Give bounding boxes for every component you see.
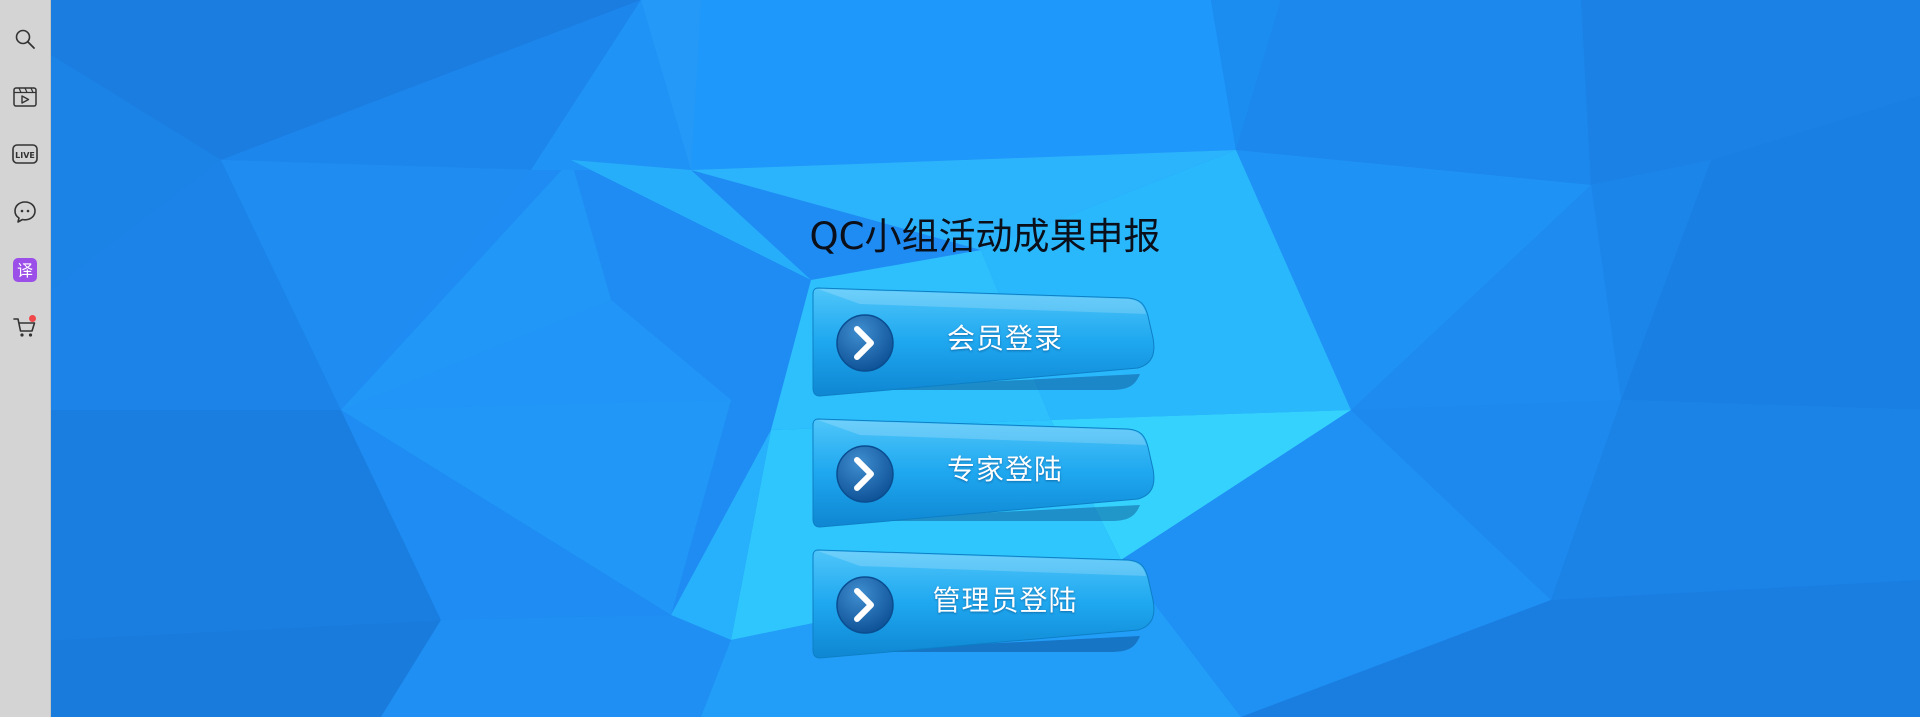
member-login-label: 会员登录 [946, 322, 1063, 355]
video-icon [13, 87, 37, 107]
expert-login-button[interactable]: 专家登陆 [810, 417, 1155, 529]
expert-login-label: 专家登陆 [946, 453, 1063, 486]
live-icon: LIVE [12, 144, 38, 164]
svg-text:译: 译 [17, 261, 33, 280]
sidebar-video-button[interactable] [10, 82, 40, 112]
cart-badge [29, 315, 36, 322]
admin-login-label: 管理员登陆 [932, 584, 1078, 617]
translate-icon: 译 [13, 258, 37, 282]
search-icon [15, 29, 35, 49]
sidebar-cart-button[interactable] [10, 312, 40, 342]
sidebar: LIVE 译 [0, 0, 51, 717]
app-root: LIVE 译 QC小组活动成果申报 会员登录 专家登陆 管理员登陆 [0, 0, 1920, 717]
admin-login-button[interactable]: 管理员登陆 [810, 548, 1155, 660]
chat-icon [14, 201, 36, 223]
sidebar-live-button[interactable]: LIVE [10, 139, 40, 169]
sidebar-chat-button[interactable] [10, 197, 40, 227]
sidebar-search-button[interactable] [10, 24, 40, 54]
page-title: QC小组活动成果申报 [809, 215, 1161, 258]
svg-text:LIVE: LIVE [15, 151, 35, 160]
member-login-button[interactable]: 会员登录 [810, 286, 1155, 398]
sidebar-translate-button[interactable]: 译 [10, 255, 40, 285]
